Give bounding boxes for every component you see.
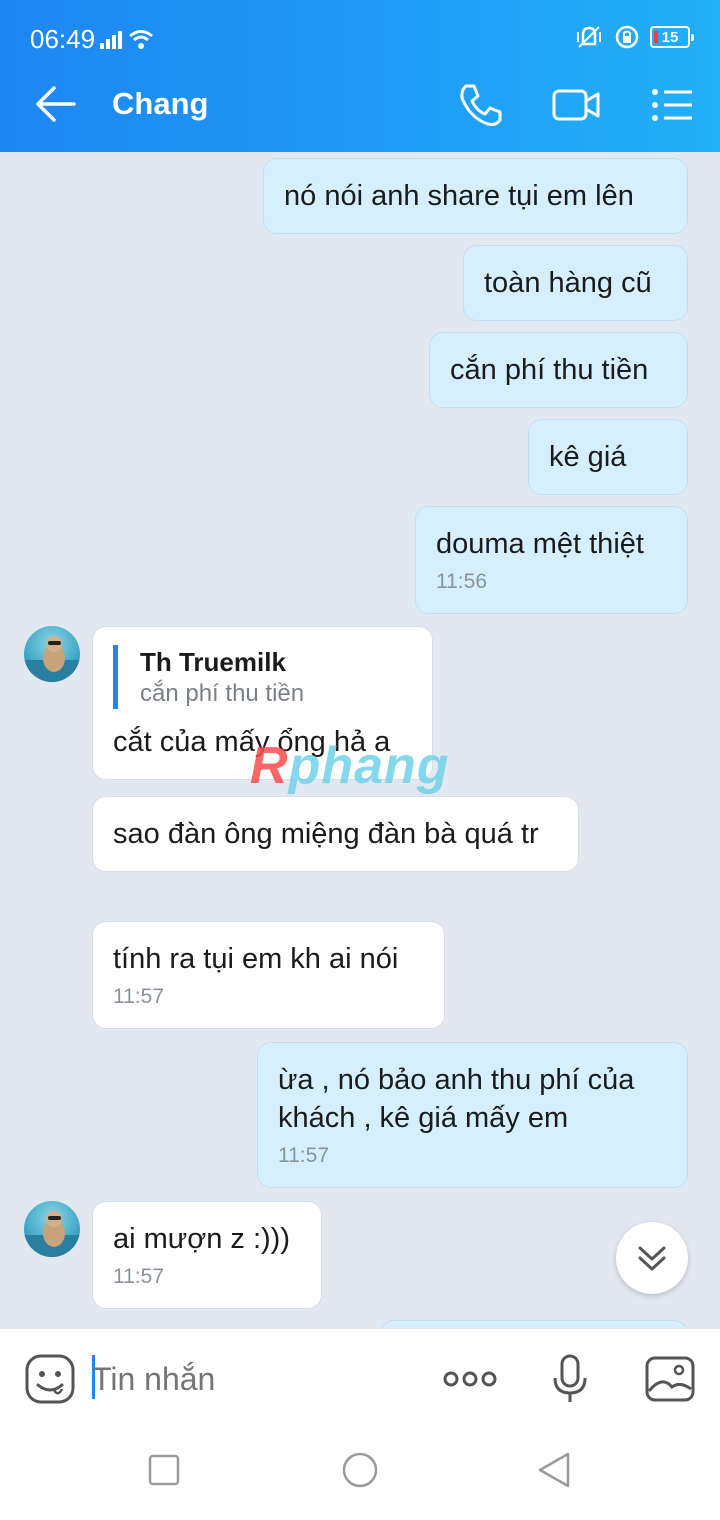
message-bubble-outgoing[interactable]: nó nói anh share tụi em lên: [263, 158, 688, 234]
image-gallery-icon[interactable]: [644, 1353, 696, 1405]
vibrate-icon: [577, 26, 601, 48]
watermark-logo: Rphang: [250, 737, 450, 795]
system-navigation-bar: [0, 1428, 720, 1520]
status-time: 06:49: [30, 24, 96, 54]
phone-icon[interactable]: [456, 80, 506, 130]
battery-level: 15: [661, 28, 679, 46]
battery-indicator: 15: [650, 26, 694, 48]
message-text: cắn phí thu tiền: [450, 354, 649, 386]
message-text: toàn hàng cũ: [484, 267, 652, 299]
message-bubble-incoming[interactable]: tính ra tụi em kh ai nói 11:57: [92, 921, 445, 1029]
message-bubble-incoming[interactable]: sao đàn ông miệng đàn bà quá tr: [92, 796, 579, 872]
lock-rotation-icon: [615, 25, 639, 49]
avatar-image: [24, 1211, 80, 1257]
message-list[interactable]: nó nói anh share tụi em lên toàn hàng cũ…: [0, 152, 720, 1328]
list-menu-icon[interactable]: [648, 80, 698, 130]
top-bar: 06:49 15 Chang: [0, 0, 720, 152]
message-text: ai mượn z :))): [113, 1223, 290, 1255]
avatar[interactable]: [24, 1201, 80, 1257]
scroll-to-bottom-button[interactable]: [616, 1222, 688, 1294]
message-text: tính ra tụi em kh ai nói: [113, 943, 399, 975]
chat-header: Chang: [0, 56, 720, 152]
double-chevron-down-icon: [638, 1246, 666, 1271]
video-camera-icon[interactable]: [552, 80, 602, 130]
message-text: nó nói anh share tụi em lên: [284, 180, 634, 212]
message-input[interactable]: [92, 1355, 412, 1403]
avatar[interactable]: [24, 626, 80, 682]
message-bubble-outgoing[interactable]: kê giá: [528, 419, 688, 495]
more-options-icon[interactable]: [442, 1353, 498, 1405]
home-icon[interactable]: [340, 1450, 380, 1490]
arrow-left-icon[interactable]: [34, 84, 78, 124]
microphone-icon[interactable]: [550, 1353, 590, 1405]
message-bubble-incoming[interactable]: ai mượn z :))) 11:57: [92, 1201, 322, 1309]
quoted-text: cắn phí thu tiền: [140, 680, 305, 707]
message-time: 11:56: [436, 570, 487, 593]
signal-wifi-icon: [100, 30, 153, 49]
quoted-reply[interactable]: Th Truemilk cắn phí thu tiền: [113, 645, 412, 709]
message-composer: [0, 1328, 720, 1428]
chat-title[interactable]: Chang: [112, 86, 208, 122]
message-time: 11:57: [113, 1265, 164, 1288]
sticker-icon[interactable]: [24, 1353, 76, 1405]
message-time: 11:57: [113, 985, 164, 1008]
avatar-image: [24, 636, 80, 682]
message-bubble-outgoing[interactable]: douma mệt thiệt 11:56: [415, 506, 688, 614]
message-time: 11:57: [278, 1144, 329, 1167]
message-text: kê giá: [549, 441, 627, 473]
quoted-sender: Th Truemilk: [140, 647, 286, 677]
message-text: sao đàn ông miệng đàn bà quá tr: [113, 818, 539, 850]
message-bubble-outgoing[interactable]: cắn phí thu tiền: [429, 332, 688, 408]
message-bubble-outgoing-partial[interactable]: [380, 1320, 688, 1328]
status-right-icons: 15: [574, 24, 694, 50]
message-bubble-outgoing[interactable]: ừa , nó bảo anh thu phí của khách , kê g…: [257, 1042, 688, 1188]
message-bubble-outgoing[interactable]: toàn hàng cũ: [463, 245, 688, 321]
message-text: ừa , nó bảo anh thu phí của khách , kê g…: [278, 1064, 635, 1134]
back-triangle-icon[interactable]: [536, 1450, 572, 1490]
message-text: douma mệt thiệt: [436, 528, 644, 560]
recent-apps-icon[interactable]: [146, 1452, 182, 1488]
